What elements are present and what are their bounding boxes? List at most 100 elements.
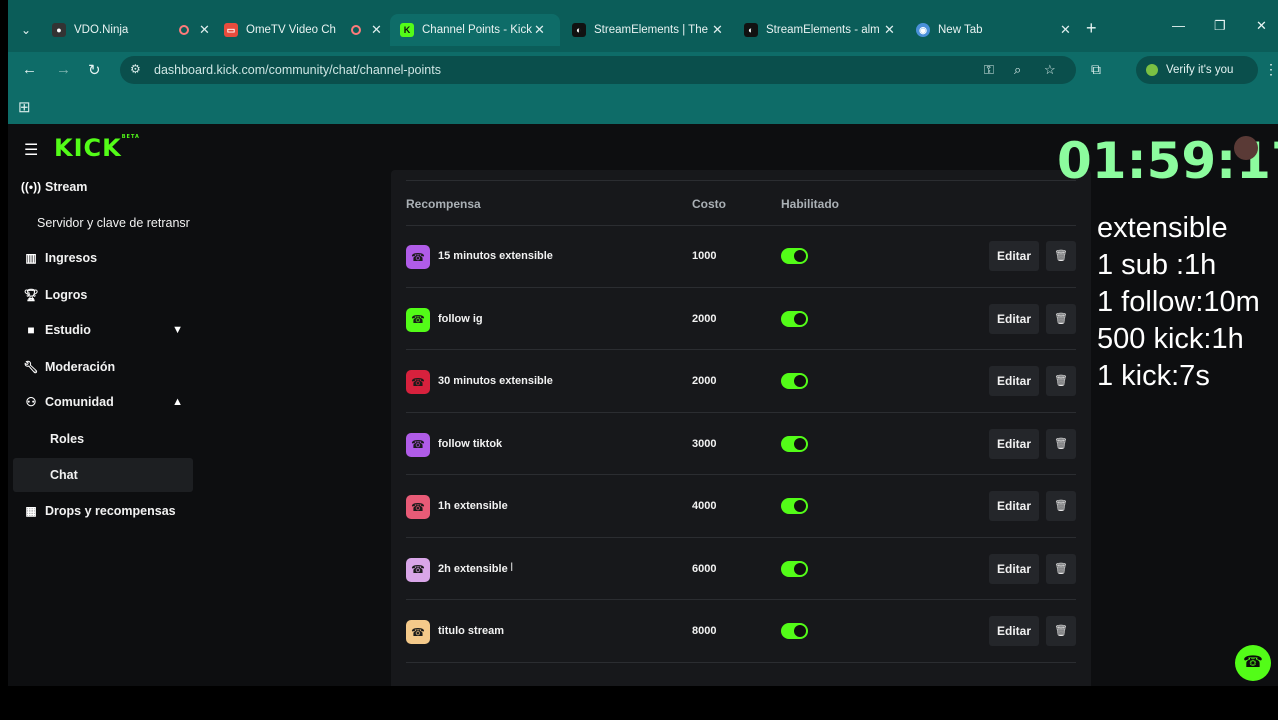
kick-logo[interactable]: KICKBETA (54, 134, 140, 162)
tab-title: StreamElements - alm (766, 24, 880, 36)
reward-cost: 6000 (692, 562, 717, 575)
forward-button[interactable]: → (56, 61, 71, 78)
sidebar-item-label: Drops y recompensas (45, 504, 176, 518)
sidebar-item-roles[interactable]: Roles (13, 422, 193, 456)
delete-trash-icon[interactable]: 🗑︎ (1046, 553, 1076, 584)
sidebar-item-label: Estudio (45, 323, 91, 337)
tab-streamelements-2[interactable]: ◐ StreamElements - alm ✕ (734, 14, 904, 46)
enabled-toggle[interactable] (781, 623, 808, 639)
reward-name: follow ig (438, 312, 483, 325)
reward-cost: 3000 (692, 437, 717, 450)
rule-line: 1 kick:7s (1097, 360, 1210, 392)
verify-label: Verify it's you (1166, 64, 1234, 76)
streamelements-icon: ◐ (744, 23, 758, 37)
people-icon: ⚇ (25, 395, 37, 409)
url-text[interactable]: dashboard.kick.com/community/chat/channe… (154, 63, 441, 77)
extensions-icon[interactable]: ⧉ (1091, 61, 1101, 78)
delete-trash-icon[interactable]: 🗑︎ (1046, 491, 1076, 521)
menu-kebab-icon[interactable]: ⋮ (1264, 61, 1278, 78)
sidebar-item-label: Logros (45, 288, 88, 302)
delete-trash-icon[interactable]: 🗑︎ (1046, 616, 1076, 646)
close-icon[interactable]: ✕ (534, 22, 545, 38)
close-icon[interactable]: ✕ (199, 22, 210, 38)
close-icon[interactable]: ✕ (712, 22, 723, 38)
chevron-down-icon[interactable]: ▼ (172, 324, 183, 336)
delete-trash-icon[interactable]: 🗑︎ (1046, 303, 1076, 334)
enabled-toggle[interactable] (781, 498, 808, 514)
vdo-ninja-icon: ● (52, 23, 66, 37)
edit-button[interactable]: Editar (989, 553, 1039, 584)
sidebar-item-logros[interactable]: 🏆︎ Logros (13, 278, 193, 312)
sidebar-item-ingresos[interactable]: ▥ Ingresos (13, 241, 193, 275)
hamburger-menu-icon[interactable]: ☰ (24, 140, 38, 160)
close-icon[interactable]: ✕ (371, 22, 382, 38)
tab-new-tab[interactable]: ◉ New Tab ✕ (906, 14, 1076, 46)
delete-trash-icon[interactable]: 🗑︎ (1046, 428, 1076, 459)
sidebar-item-stream[interactable]: ((•)) Stream (13, 170, 193, 204)
verify-profile-button[interactable]: Verify it's you (1136, 56, 1258, 84)
gift-icon: ▦ (25, 504, 37, 518)
enabled-toggle[interactable] (781, 373, 808, 389)
browser-window: ⌄ ● VDO.Ninja ✕ ▭ OmeTV Video Ch ✕ K Cha… (8, 0, 1278, 686)
reward-icon: ☎ (406, 370, 430, 394)
tab-search-button[interactable]: ⌄ (14, 18, 38, 42)
minimize-button[interactable]: — (1172, 18, 1185, 33)
enabled-toggle[interactable] (781, 560, 808, 577)
sidebar-item-servidor[interactable]: Servidor y clave de retransr (13, 206, 193, 240)
profile-avatar-icon (1146, 64, 1158, 76)
close-window-button[interactable]: ✕ (1256, 18, 1267, 34)
edit-button[interactable]: Editar (989, 428, 1039, 459)
enabled-toggle[interactable] (781, 310, 808, 327)
zoom-icon[interactable]: ⌕ (1014, 62, 1021, 78)
edit-button[interactable]: Editar (989, 491, 1039, 521)
rewards-table-header: Recompensa Costo Habilitado (406, 197, 1076, 217)
sidebar-item-comunidad[interactable]: ⚇ Comunidad ▲ (13, 385, 193, 419)
reward-cost: 2000 (692, 312, 717, 325)
restore-button[interactable]: ❐ (1214, 18, 1226, 34)
close-icon[interactable]: ✕ (884, 22, 895, 38)
edit-button[interactable]: Editar (989, 241, 1039, 271)
back-button[interactable]: ← (22, 61, 37, 78)
tab-streamelements[interactable]: ◐ StreamElements | The ✕ (562, 14, 732, 46)
rule-line: 1 follow:10m (1097, 286, 1260, 318)
tab-ometv[interactable]: ▭ OmeTV Video Ch ✕ (214, 14, 386, 46)
sidebar-item-estudio[interactable]: ■ Estudio ▼ (13, 313, 193, 347)
text-cursor-icon: I (510, 560, 514, 574)
address-bar[interactable]: ⚙ dashboard.kick.com/community/chat/chan… (120, 56, 1076, 84)
sidebar-item-drops[interactable]: ▦ Drops y recompensas (13, 494, 193, 528)
bookmark-star-icon[interactable]: ☆ (1044, 62, 1056, 78)
edit-button[interactable]: Editar (989, 616, 1039, 646)
tab-title: Channel Points - Kick (422, 24, 532, 36)
edit-button[interactable]: Editar (989, 303, 1039, 334)
delete-trash-icon[interactable]: 🗑︎ (1046, 241, 1076, 271)
reload-button[interactable]: ↻ (88, 61, 101, 79)
dashboard-sidebar: ☰ KICKBETA ((•)) Stream Servidor y clave… (8, 124, 203, 686)
new-tab-button[interactable]: + (1086, 18, 1097, 39)
chart-icon: ▥ (25, 251, 37, 265)
edit-button[interactable]: Editar (989, 366, 1039, 396)
reward-icon: ☎ (406, 432, 430, 457)
support-chat-button[interactable]: ☎ (1235, 645, 1271, 681)
avatar[interactable] (1234, 136, 1258, 160)
tab-channel-points-kick[interactable]: K Channel Points - Kick ✕ (390, 14, 560, 46)
tab-vdo-ninja[interactable]: ● VDO.Ninja ✕ (42, 14, 212, 46)
apps-grid-icon[interactable]: ⊞ (18, 98, 31, 116)
enabled-toggle[interactable] (781, 435, 808, 452)
delete-trash-icon[interactable]: 🗑︎ (1046, 366, 1076, 396)
row-divider (406, 661, 1076, 663)
reward-name: 2h extensible (438, 562, 508, 575)
enabled-toggle[interactable] (781, 248, 808, 264)
tab-title: OmeTV Video Ch (246, 24, 336, 36)
browser-toolbar: ← → ↻ ⚙ dashboard.kick.com/community/cha… (8, 52, 1278, 88)
site-info-icon[interactable]: ⚙ (130, 62, 141, 76)
sidebar-item-chat[interactable]: Chat (13, 458, 193, 492)
sidebar-item-label: Servidor y clave de retransr (37, 216, 190, 230)
close-icon[interactable]: ✕ (1060, 22, 1071, 38)
table-row: ☎ 15 minutos extensible 1000 Editar 🗑︎ (406, 225, 1076, 287)
trophy-icon: 🏆︎ (23, 288, 39, 302)
sidebar-item-moderacion[interactable]: 🔧︎ Moderación (13, 350, 193, 384)
bookmarks-bar: ⊞ (8, 88, 1278, 124)
chevron-up-icon[interactable]: ▲ (172, 396, 183, 408)
table-row: ☎ 1h extensible 4000 Editar 🗑︎ (406, 475, 1076, 537)
password-key-icon[interactable]: ⚿ (984, 62, 994, 78)
